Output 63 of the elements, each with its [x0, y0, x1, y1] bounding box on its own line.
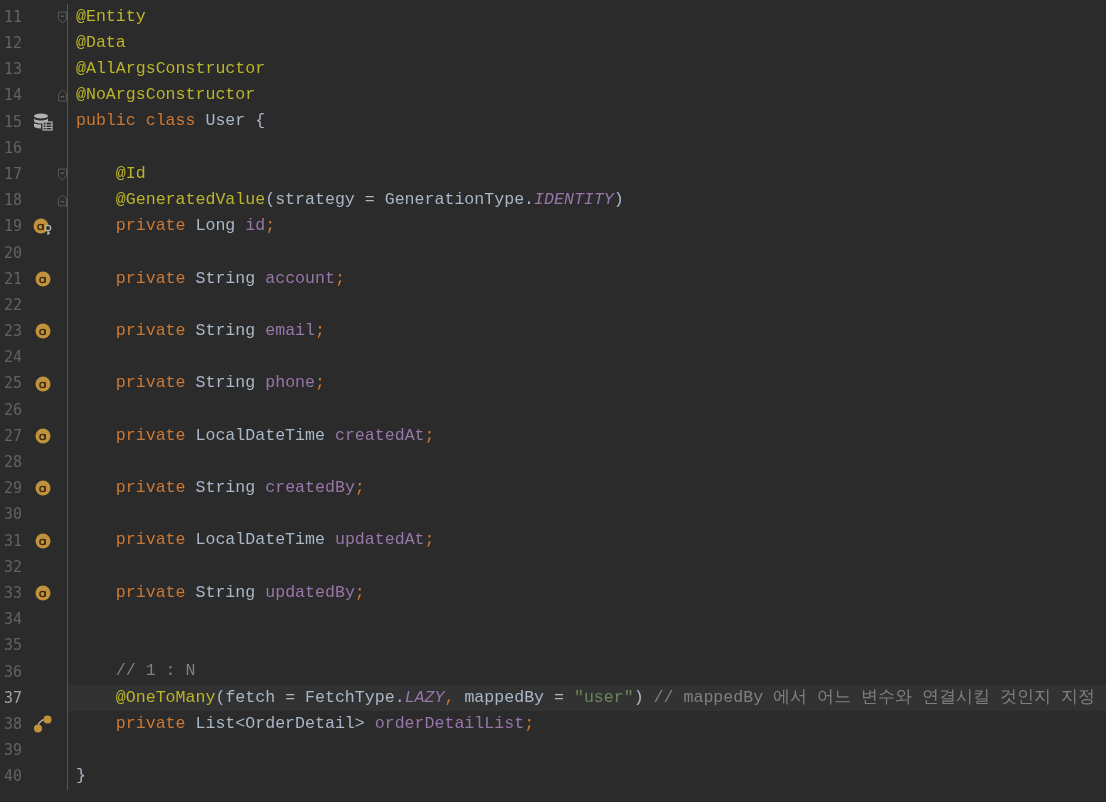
line-number: 31 [3, 530, 24, 552]
code-line: private String updatedBy; [114, 581, 365, 604]
code-line: private String email; [114, 319, 325, 342]
line-number: 37 [3, 687, 24, 709]
line-number: 16 [3, 137, 24, 159]
code-line: private LocalDateTime createdAt; [114, 424, 435, 447]
key-field-icon [33, 217, 53, 236]
field-icon [35, 480, 51, 497]
line-number: 21 [3, 268, 24, 290]
line-number: 22 [3, 294, 24, 316]
line-number: 29 [3, 478, 24, 500]
code-line: private List<OrderDetail> orderDetailList; [114, 712, 535, 735]
code-line: @Entity [76, 5, 146, 28]
line-number: 38 [3, 713, 24, 735]
line-number: 23 [3, 321, 24, 343]
code-line: @AllArgsConstructor [76, 58, 266, 80]
field-icon [35, 375, 51, 392]
code-line: @GeneratedValue(strategy = GenerationType.IDENTITY) [114, 188, 624, 211]
line-number: 13 [3, 59, 24, 81]
line-number: 24 [3, 347, 24, 369]
line-number: 39 [3, 740, 24, 762]
line-number: 15 [3, 111, 24, 133]
line-number: 20 [3, 242, 24, 264]
code-line: } [76, 765, 86, 788]
field-icon [35, 270, 51, 287]
code-line: // 1 : N [114, 660, 196, 683]
code-line: private String phone; [114, 372, 325, 395]
line-number: 28 [3, 452, 24, 474]
code-line: @Id [114, 162, 146, 185]
line-number: 33 [3, 582, 24, 604]
code-line: @OneToMany(fetch = FetchType.LAZY, mappedBy = "user") // mappedBy 에서 어느 변수와 연결시킬 것인지 지정 [114, 686, 1095, 709]
code-line: private String account; [114, 267, 345, 290]
line-number: 14 [3, 85, 24, 107]
line-number: 27 [3, 425, 24, 447]
field-icon [35, 323, 51, 340]
line-number: 30 [3, 504, 24, 526]
line-number: 35 [3, 635, 24, 657]
code-line: @NoArgsConstructor [76, 84, 256, 107]
line-number: 19 [3, 216, 24, 238]
code-line: private Long id; [114, 215, 276, 238]
code-line: private LocalDateTime updatedAt; [114, 529, 435, 552]
field-icon [35, 428, 51, 445]
unfold-icon[interactable] [58, 193, 67, 207]
line-number: 26 [3, 399, 24, 421]
line-number: 18 [3, 190, 24, 212]
unfold-icon[interactable] [58, 89, 67, 103]
relation-icon [33, 715, 53, 734]
line-number: 11 [3, 6, 24, 28]
line-number: 17 [3, 163, 24, 185]
fold-icon[interactable] [58, 10, 67, 24]
fold-icon[interactable] [58, 167, 67, 181]
line-number: 40 [3, 766, 24, 788]
code-line: private String createdBy; [114, 477, 365, 499]
field-icon [35, 532, 51, 549]
database-table-icon [33, 112, 53, 131]
line-number: 12 [3, 33, 24, 55]
line-number: 34 [3, 609, 24, 631]
field-icon [35, 585, 51, 602]
line-number: 36 [3, 661, 24, 683]
line-number: 25 [3, 373, 24, 395]
line-number: 32 [3, 556, 24, 578]
code-line: @Data [76, 31, 126, 54]
code-line: public class User { [76, 110, 266, 133]
